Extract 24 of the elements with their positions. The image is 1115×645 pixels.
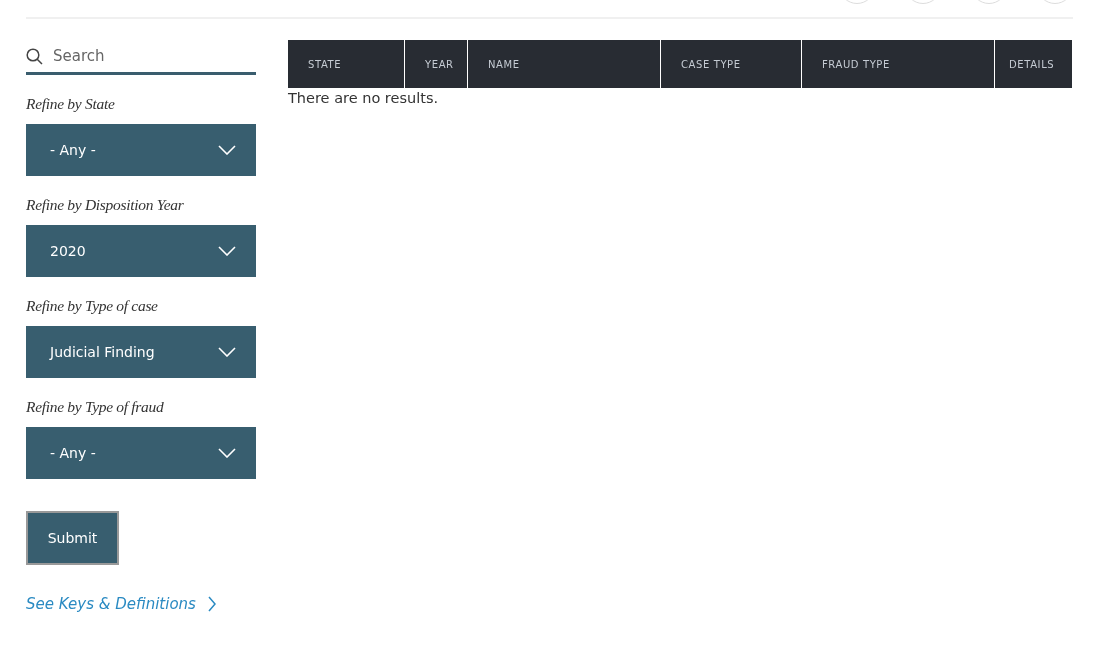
keys-definitions-link[interactable]: See Keys & Definitions bbox=[26, 595, 196, 613]
chevron-down-icon bbox=[218, 246, 236, 256]
filter-label: Refine by Type of case bbox=[26, 297, 159, 315]
chevron-down-icon bbox=[218, 347, 236, 357]
column-header: FRAUD TYPE bbox=[801, 40, 994, 88]
search-icon bbox=[26, 47, 43, 65]
filter-dropdown[interactable]: - Any - bbox=[26, 427, 256, 479]
search-field[interactable]: Search bbox=[53, 47, 233, 65]
filter-label: Refine by State bbox=[26, 95, 116, 113]
chevron-down-icon bbox=[218, 145, 236, 155]
column-header: STATE bbox=[307, 57, 343, 72]
column-header: YEAR bbox=[404, 40, 467, 88]
column-header: CASE TYPE bbox=[660, 40, 801, 88]
filter-dropdown[interactable]: Judicial Finding bbox=[26, 326, 256, 378]
filter-dropdown[interactable]: 2020 bbox=[26, 225, 256, 277]
submit-button[interactable]: Submit bbox=[26, 511, 119, 565]
column-header: NAME bbox=[467, 40, 660, 88]
empty-message: There are no results. bbox=[288, 90, 440, 106]
filter-dropdown[interactable]: - Any - bbox=[26, 124, 256, 176]
column-header: DETAILS bbox=[994, 40, 1072, 88]
chevron-down-icon bbox=[218, 448, 236, 458]
chevron-right-icon bbox=[207, 596, 216, 612]
filter-label: Refine by Type of fraud bbox=[26, 398, 165, 416]
filter-label: Refine by Disposition Year bbox=[26, 196, 185, 214]
